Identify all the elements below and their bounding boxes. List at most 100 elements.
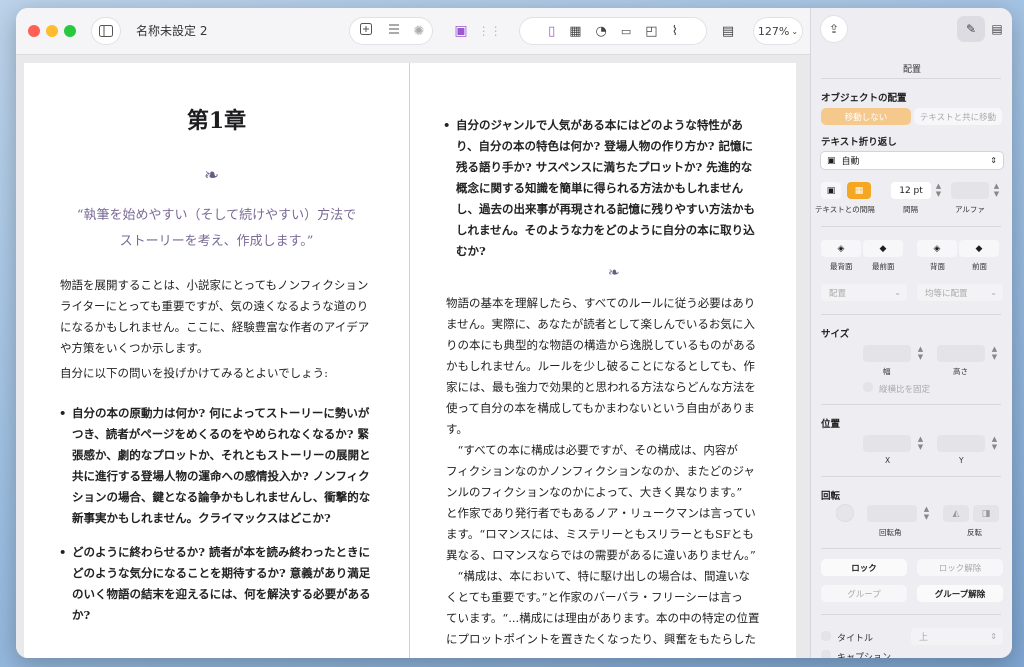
text-wrap-label: テキスト折り返し — [821, 137, 897, 148]
constrain-checkbox[interactable] — [863, 382, 873, 392]
angle-label: 回転角 — [879, 528, 902, 537]
stay-on-page-button[interactable]: 移動しない — [821, 108, 911, 125]
chevron-down-icon: ⌄ — [894, 288, 901, 297]
toolbar: 名称未設定 2 ✺ ▣ ⋮⋮ ▯ ▦ ◔ ▭ ◰ ⌇ ▤ 127% ⌄ — [16, 8, 810, 55]
x-field[interactable] — [863, 435, 911, 452]
app-window: 名称未設定 2 ✺ ▣ ⋮⋮ ▯ ▦ ◔ ▭ ◰ ⌇ ▤ 127% ⌄ 第1章 … — [16, 8, 1012, 658]
document-tab-button[interactable]: ▤ — [985, 16, 1009, 42]
arrange-tab-title: 配置 — [902, 65, 921, 75]
zoom-menu[interactable]: 127% ⌄ — [754, 18, 802, 44]
comment-badge-icon[interactable]: ✺ — [414, 24, 425, 39]
spacing-stepper[interactable]: ▲ ▼ — [933, 182, 944, 198]
chevron-down-icon: ⌄ — [791, 26, 799, 36]
comment-button[interactable]: ▤ — [714, 18, 742, 44]
backward-label: 背面 — [930, 262, 945, 271]
back-label: 最背面 — [830, 262, 853, 271]
pull-quote: “執筆を始めやすい（そして続けやすい）方法で ストーリーを考え、作成します。” — [76, 208, 357, 249]
grid-icon[interactable]: ⋮⋮ — [478, 24, 502, 38]
send-to-back-button[interactable]: ◈ — [821, 240, 861, 257]
bring-forward-icon: ◆ — [975, 243, 983, 254]
bring-to-front-button[interactable]: ◆ — [863, 240, 903, 257]
wrap-inline-button[interactable]: ▦ — [847, 182, 871, 199]
chart-icon[interactable]: ◔ — [596, 24, 607, 39]
chevron-down-icon: ⌄ — [990, 288, 997, 297]
move-with-text-button[interactable]: テキストと共に移動 — [914, 108, 1002, 125]
chapter-heading: 第1章 — [186, 108, 247, 134]
lock-button[interactable]: ロック — [821, 559, 907, 576]
bring-to-front-icon: ◆ — [879, 243, 887, 254]
alpha-stepper[interactable]: ▲ ▼ — [991, 182, 1002, 198]
zoom-window-button[interactable] — [64, 25, 76, 37]
spacing-field[interactable]: 12 pt — [891, 182, 931, 199]
size-label: サイズ — [821, 329, 850, 340]
question-intro: 自分に以下の問いを投げかけてみるとよいでしょう: — [60, 366, 329, 380]
ungroup-button[interactable]: グループ解除 — [917, 585, 1003, 602]
width-field[interactable] — [863, 345, 911, 362]
bullet-item-2: • どのように終わらせるか? 読者が本を読み終わったときに どのような気分になる… — [59, 545, 371, 622]
list-style-icon[interactable] — [388, 23, 400, 39]
close-window-button[interactable] — [28, 25, 40, 37]
format-tab-button[interactable]: ✎ — [957, 16, 985, 42]
image-playground-icon[interactable]: ▣ — [454, 23, 467, 39]
y-stepper[interactable]: ▲ ▼ — [989, 435, 1000, 451]
bullet-item-3: • 自分のジャンルで人気がある本にはどのような特性があ り、自分の本の特色は何か… — [443, 118, 755, 258]
wrap-around-button[interactable]: ▣ — [821, 182, 841, 199]
inspector-panel: ⇪ ✎ ▤ 配置 オブジェクトの配置 移動しない テキストと共に移動 テキスト折… — [810, 8, 1012, 658]
height-label: 高さ — [953, 367, 968, 376]
flip-horizontal-button[interactable]: ◭ — [943, 505, 969, 522]
angle-field[interactable] — [867, 505, 917, 522]
send-backward-icon: ◈ — [933, 243, 941, 254]
text-wrap-select[interactable]: ▣ 自動 ⇕ — [821, 152, 1003, 169]
send-to-back-icon: ◈ — [837, 243, 845, 254]
title-position-select[interactable]: 上 ⇕ — [911, 628, 1003, 645]
group-button[interactable]: グループ — [821, 585, 907, 602]
left-page[interactable]: 第1章 ❧ “執筆を始めやすい（そして続けやすい）方法で ストーリーを考え、作成… — [24, 63, 409, 658]
height-stepper[interactable]: ▲ ▼ — [989, 345, 1000, 361]
comment-icon: ▤ — [721, 23, 735, 39]
text-box-icon[interactable]: ▯ — [548, 24, 555, 39]
body-paragraph-2: “すべての本に構成は必要ですが、その構成は、内容が フィクションなのかノンフィク… — [446, 443, 756, 562]
document-icon: ▤ — [991, 22, 1003, 36]
body-paragraph-3: “構成は、本において、特に駆け出しの場合は、間違いな くとても重要です。”と作家… — [446, 569, 760, 646]
caption-checkbox[interactable] — [821, 650, 831, 658]
document-title: 名称未設定 2 — [136, 24, 208, 38]
table-icon[interactable]: ▦ — [569, 24, 581, 39]
object-insert-group: ▯ ▦ ◔ ▭ ◰ ⌇ — [520, 18, 706, 44]
bullet-item-1: • 自分の本の原動力は何か? 何によってストーリーに勢いが つき、読者がページを… — [59, 406, 371, 525]
attachment-icon[interactable]: ⌇ — [672, 24, 678, 39]
flip-vertical-button[interactable]: ◨ — [973, 505, 999, 522]
text-icon[interactable]: ▭ — [621, 25, 631, 38]
add-page-icon[interactable] — [359, 23, 372, 39]
title-checkbox-label: タイトル — [837, 634, 874, 644]
right-page[interactable]: • 自分のジャンルで人気がある本にはどのような特性があ り、自分の本の特色は何か… — [410, 63, 796, 658]
y-field[interactable] — [937, 435, 985, 452]
paintbrush-icon: ✎ — [965, 22, 977, 36]
y-label: Y — [959, 456, 964, 465]
send-backward-button[interactable]: ◈ — [917, 240, 957, 257]
minimize-window-button[interactable] — [46, 25, 58, 37]
sidebar-toggle-button[interactable] — [92, 18, 120, 44]
height-field[interactable] — [937, 345, 985, 362]
alpha-field[interactable] — [951, 182, 989, 199]
distribute-select[interactable]: 均等に配置 ⌄ — [917, 284, 1003, 301]
text-gap-label: テキストとの間隔 — [815, 205, 875, 214]
flip-vertical-icon: ◨ — [981, 508, 991, 519]
sidebar-icon — [99, 25, 113, 37]
media-group: ▣ ⋮⋮ — [454, 18, 502, 44]
spacing-label: 間隔 — [903, 205, 918, 214]
document-canvas[interactable]: 第1章 ❧ “執筆を始めやすい（そして続けやすい）方法で ストーリーを考え、作成… — [16, 55, 810, 658]
share-button[interactable]: ⇪ — [821, 16, 847, 42]
wrap-auto-icon: ▣ — [827, 155, 836, 166]
rotation-dial[interactable] — [837, 505, 853, 521]
x-label: X — [885, 456, 891, 465]
title-checkbox[interactable] — [821, 631, 831, 641]
angle-stepper[interactable]: ▲ ▼ — [921, 505, 932, 521]
ornament-icon-small: ❧ — [608, 265, 620, 281]
width-stepper[interactable]: ▲ ▼ — [915, 345, 926, 361]
alpha-label: アルファ — [955, 205, 985, 214]
x-stepper[interactable]: ▲ ▼ — [915, 435, 926, 451]
shape-icon[interactable]: ◰ — [645, 24, 657, 39]
unlock-button[interactable]: ロック解除 — [917, 559, 1003, 576]
align-select[interactable]: 配置 ⌄ — [821, 284, 907, 301]
bring-forward-button[interactable]: ◆ — [959, 240, 999, 257]
